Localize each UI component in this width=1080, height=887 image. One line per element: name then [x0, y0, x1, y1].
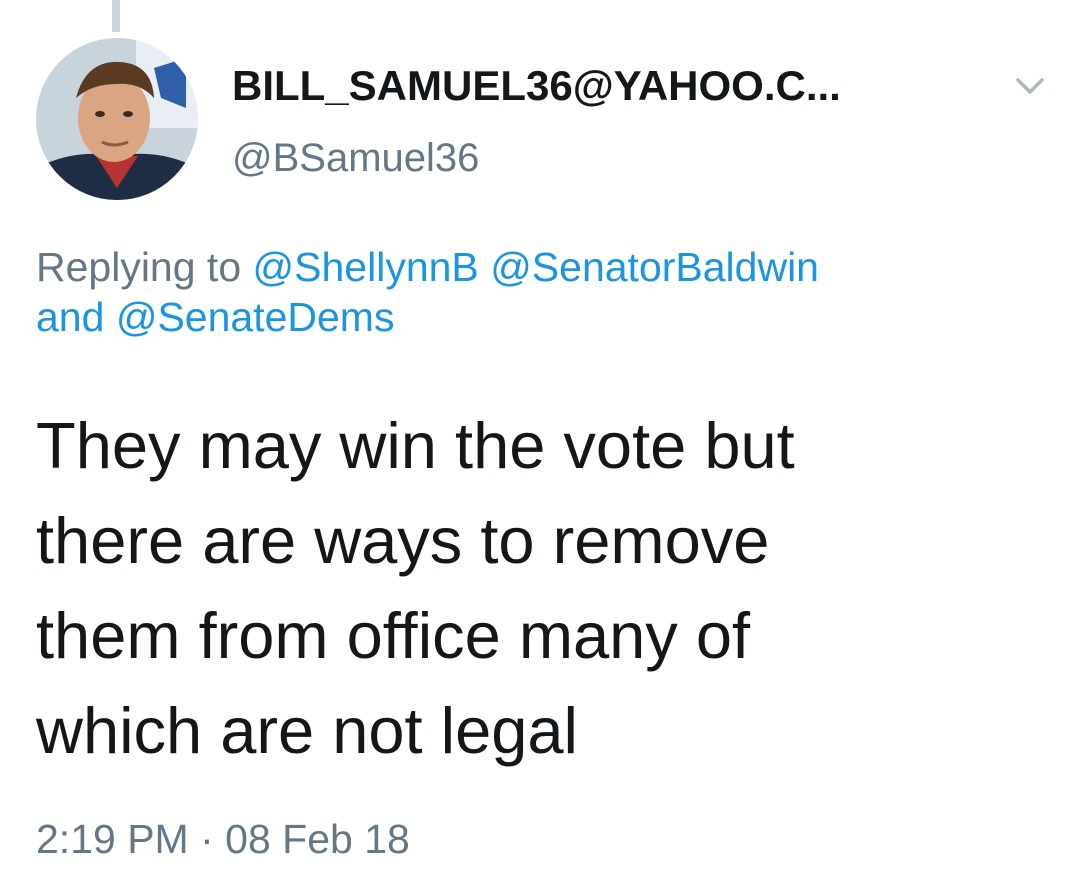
tweet-text: They may win the vote but there are ways…: [36, 398, 1066, 778]
author-handle[interactable]: @BSamuel36: [232, 136, 479, 181]
mention-link[interactable]: @ShellynnB: [253, 244, 479, 290]
tweet-time: 2:19 PM: [36, 816, 189, 862]
mention-link[interactable]: @SenateDems: [116, 294, 395, 340]
reply-context: Replying to @ShellynnB @SenatorBaldwin a…: [36, 242, 1056, 342]
chevron-down-icon[interactable]: [1010, 66, 1050, 106]
tweet-text-line: them from office many of: [36, 599, 751, 672]
tweet-date: 08 Feb 18: [225, 816, 410, 862]
tweet-text-line: there are ways to remove: [36, 504, 770, 577]
tweet-timestamp[interactable]: 2:19 PM · 08 Feb 18: [36, 816, 410, 863]
tweet-text-line: They may win the vote but: [36, 409, 795, 482]
timestamp-separator: ·: [200, 816, 214, 862]
mention-link[interactable]: @SenatorBaldwin: [490, 244, 819, 290]
reply-prefix: Replying to: [36, 244, 242, 290]
tweet-text-line: which are not legal: [36, 694, 578, 767]
avatar[interactable]: [36, 38, 198, 200]
avatar-photo: [36, 38, 198, 200]
reply-conjunction: and: [36, 294, 105, 340]
author-display-name[interactable]: BILL_SAMUEL36@YAHOO.C...: [232, 62, 841, 110]
thread-connector-line: [112, 0, 120, 32]
